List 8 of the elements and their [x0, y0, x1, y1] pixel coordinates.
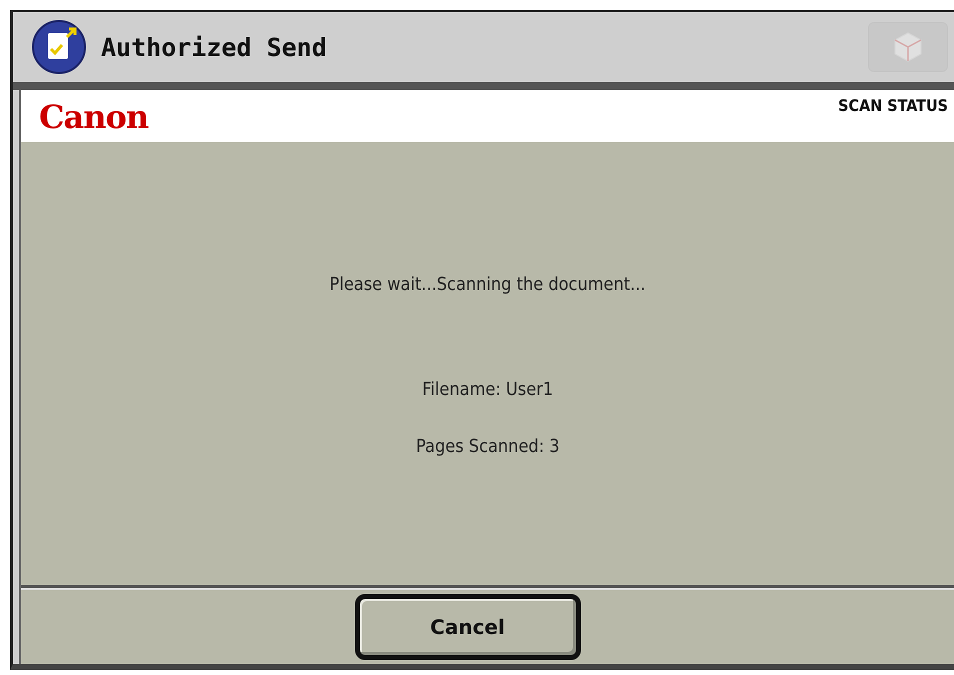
screen-label: SCAN STATUS — [838, 95, 948, 117]
cancel-button[interactable]: Cancel — [354, 594, 580, 660]
app-title: Authorized Send — [101, 32, 328, 62]
status-message: Please wait...Scanning the document... — [330, 274, 646, 295]
status-message: Filename: User1 — [422, 379, 553, 400]
document-check-icon — [31, 19, 87, 75]
status-message: Pages Scanned: 3 — [416, 436, 560, 457]
brand-logo: Canon — [39, 98, 148, 138]
